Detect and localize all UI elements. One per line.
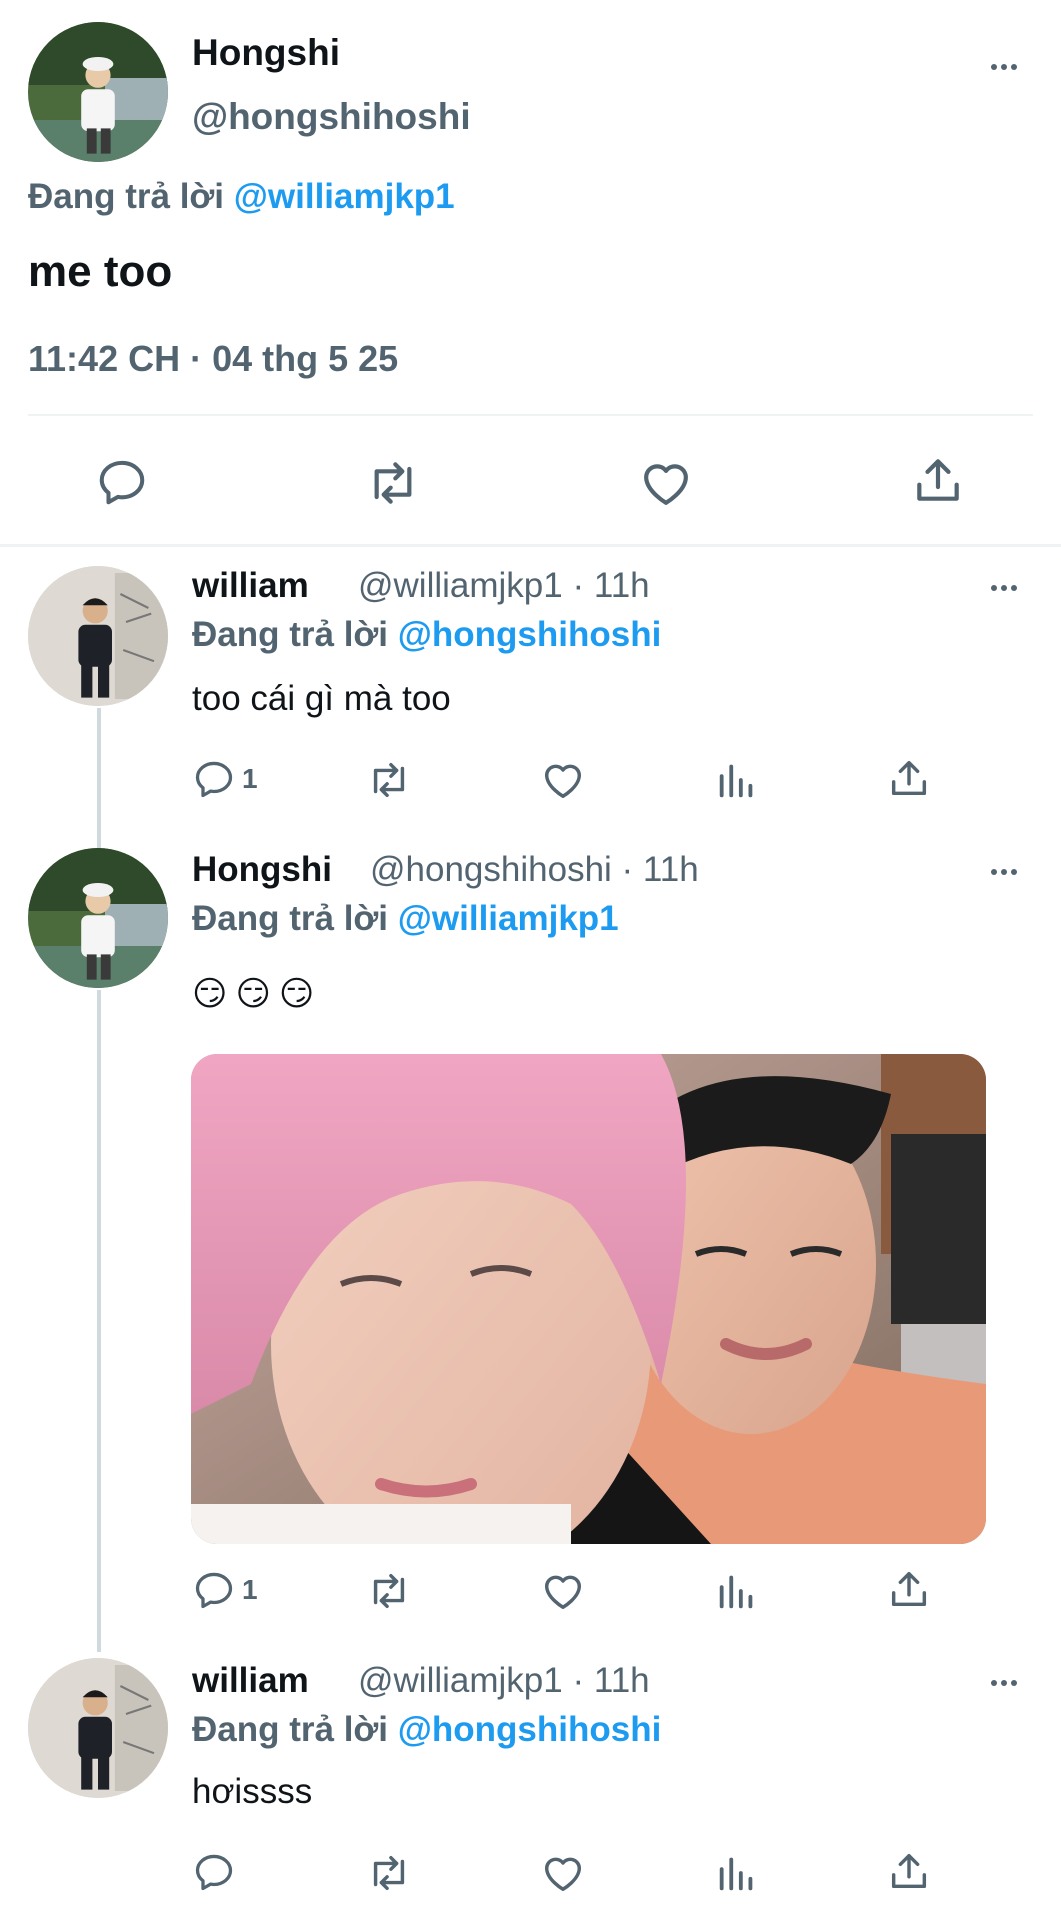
reply-icon: [192, 757, 236, 801]
display-name[interactable]: Hongshi: [192, 32, 340, 74]
reply-count: 1: [242, 763, 258, 794]
views-icon: [714, 1568, 760, 1614]
share-icon: [886, 755, 932, 801]
more-icon[interactable]: [984, 860, 1024, 884]
retweet-button[interactable]: [365, 455, 421, 511]
share-button[interactable]: [886, 1848, 932, 1894]
reply-button[interactable]: [95, 455, 149, 509]
like-button[interactable]: [540, 1568, 586, 1614]
like-icon: [540, 1850, 586, 1896]
retweet-icon: [365, 455, 421, 511]
replying-to: Đang trả lời @williamjkp1: [28, 177, 455, 217]
replying-to-link[interactable]: @williamjkp1: [398, 899, 619, 938]
tweet-photo[interactable]: [191, 1054, 986, 1544]
like-icon: [540, 757, 586, 803]
replying-to: Đang trả lời @williamjkp1: [192, 899, 619, 939]
share-button[interactable]: [910, 452, 966, 508]
replying-to-link[interactable]: @hongshihoshi: [398, 1710, 662, 1749]
avatar[interactable]: [28, 566, 168, 706]
handle[interactable]: @williamjkp1 · 11h: [358, 1661, 650, 1701]
like-button[interactable]: [540, 1850, 586, 1896]
more-icon[interactable]: [984, 55, 1024, 79]
share-icon: [886, 1566, 932, 1612]
like-icon: [638, 455, 694, 511]
section-separator: [0, 544, 1061, 547]
replying-to-link[interactable]: @hongshihoshi: [398, 615, 662, 654]
retweet-icon: [366, 757, 412, 803]
reply-icon: [95, 455, 149, 509]
avatar[interactable]: [28, 848, 168, 988]
avatar[interactable]: [28, 1658, 168, 1798]
divider: [28, 414, 1033, 416]
share-button[interactable]: [886, 1566, 932, 1612]
replying-prefix: Đang trả lời: [192, 615, 389, 654]
reply-count: 1: [242, 1574, 258, 1605]
retweet-button[interactable]: [366, 1568, 412, 1614]
more-icon[interactable]: [984, 1671, 1024, 1695]
views-button[interactable]: [714, 1568, 760, 1614]
replying-to-link[interactable]: @williamjkp1: [234, 177, 455, 216]
display-name[interactable]: Hongshi: [192, 850, 332, 890]
handle[interactable]: @hongshihoshi · 11h: [370, 850, 699, 890]
avatar[interactable]: [28, 22, 168, 162]
tweet-text: 😏😏😏: [192, 975, 323, 1013]
reply-button[interactable]: 1: [192, 1568, 258, 1612]
retweet-button[interactable]: [366, 1850, 412, 1896]
retweet-icon: [366, 1850, 412, 1896]
replying-prefix: Đang trả lời: [192, 1710, 389, 1749]
tweet-text: me too: [28, 247, 173, 296]
thread-line: [97, 990, 101, 1652]
retweet-icon: [366, 1568, 412, 1614]
share-icon: [910, 452, 966, 508]
views-button[interactable]: [714, 1850, 760, 1896]
reply-icon: [192, 1568, 236, 1612]
share-icon: [886, 1848, 932, 1894]
timestamp[interactable]: 11:42 CH · 04 thg 5 25: [28, 338, 398, 380]
replying-prefix: Đang trả lời: [28, 177, 225, 216]
like-button[interactable]: [638, 455, 694, 511]
more-icon[interactable]: [984, 576, 1024, 600]
reply-button[interactable]: [192, 1850, 236, 1894]
replying-prefix: Đang trả lời: [192, 899, 389, 938]
retweet-button[interactable]: [366, 757, 412, 803]
replying-to: Đang trả lời @hongshihoshi: [192, 615, 661, 655]
reply-icon: [192, 1850, 236, 1894]
display-name[interactable]: william: [192, 566, 309, 606]
views-icon: [714, 757, 760, 803]
like-button[interactable]: [540, 757, 586, 803]
tweet-text: hơissss: [192, 1772, 313, 1811]
share-button[interactable]: [886, 755, 932, 801]
handle[interactable]: @hongshihoshi: [192, 96, 471, 138]
views-icon: [714, 1850, 760, 1896]
views-button[interactable]: [714, 757, 760, 803]
thread-line: [97, 708, 101, 848]
handle[interactable]: @williamjkp1 · 11h: [358, 566, 650, 606]
display-name[interactable]: william: [192, 1661, 309, 1701]
replying-to: Đang trả lời @hongshihoshi: [192, 1710, 661, 1750]
reply-button[interactable]: 1: [192, 757, 258, 801]
photo-image: [191, 1054, 986, 1544]
tweet-text: too cái gì mà too: [192, 679, 451, 718]
like-icon: [540, 1568, 586, 1614]
